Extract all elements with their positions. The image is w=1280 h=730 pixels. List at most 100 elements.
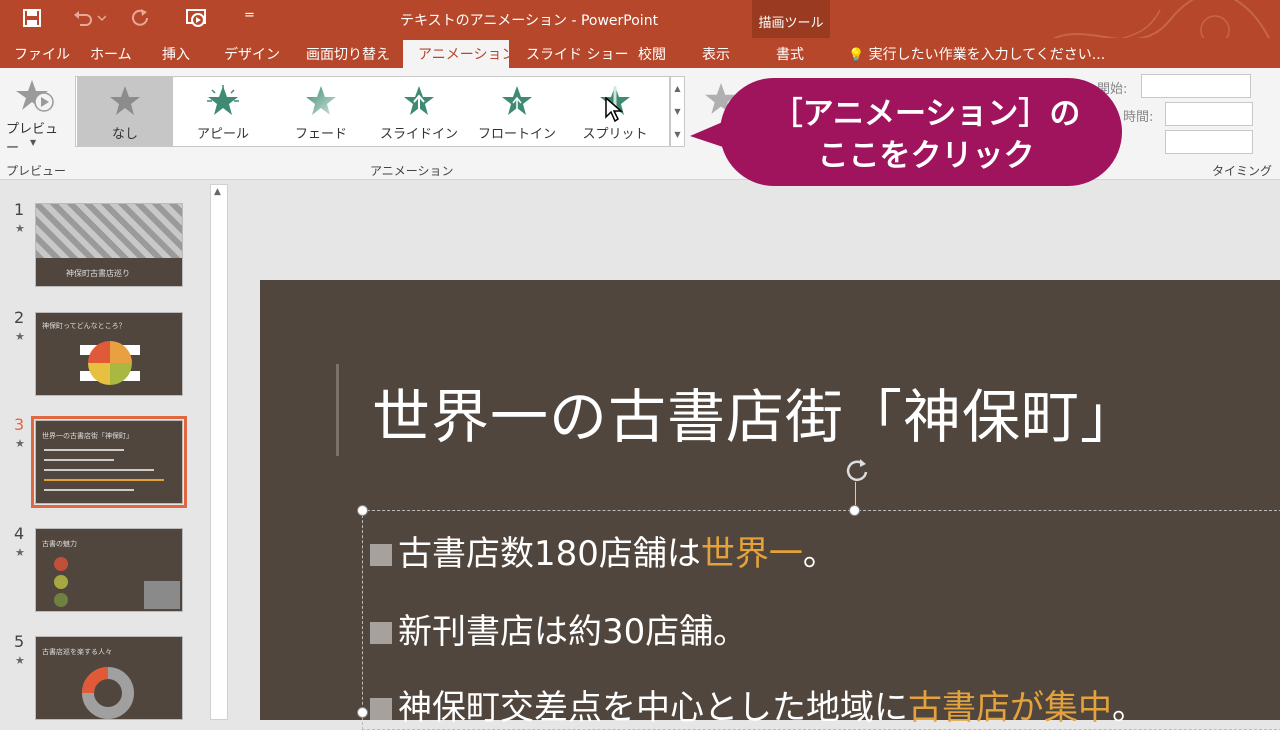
thumb-3-line [44,459,114,461]
bullet-square-icon [370,698,392,720]
duration-input[interactable] [1165,102,1253,126]
tab-insert[interactable]: 挿入 [162,44,190,64]
bullet-square-icon [370,622,392,644]
thumb-1-pattern [36,204,182,258]
thumb-3-line [44,449,124,451]
start-slideshow-icon[interactable] [186,8,208,34]
slide-number-4: 4 [14,524,25,543]
redo-icon[interactable] [130,8,150,32]
gallery-scroll: ▲ ▼ ▼ [670,76,685,147]
tell-me-box[interactable]: 💡 実行したい作業を入力してください... [848,44,1105,64]
animation-appear[interactable]: アピール [175,77,271,146]
thumb-2-caption: 神保町ってどんなところ？ [42,322,126,330]
customize-qat-icon[interactable]: = [244,8,255,23]
preview-star-icon [16,80,54,112]
animation-fly-in[interactable]: スライドイン [371,77,467,146]
slide-thumbnail-3[interactable]: 世界一の古書店街「神保町」 [35,420,183,504]
gallery-up-icon[interactable]: ▲ [671,77,684,100]
thumb-2-chart [80,341,140,385]
preview-dropdown-icon: ▼ [30,138,37,147]
mouse-cursor-icon [605,97,624,123]
thumb-3-line [44,489,134,491]
bullet-item: 新刊書店は約30店舗。 [370,604,747,653]
bullet-highlight: 古書店が集中 [908,688,1112,728]
slide-number-3: 3 [14,415,25,434]
slide-4-anim-icon: ★ [15,546,25,559]
preview-button[interactable]: プレビュー ▼ [0,76,66,156]
bullet-item: 神保町交差点を中心とした地域に古書店が集中。 [370,680,1146,729]
preview-label: プレビュー [6,122,59,156]
animation-none-label: なし [111,127,138,142]
tab-animations[interactable]: アニメーション [418,44,515,64]
slide-thumbnail-4[interactable]: 古書の魅力 [35,528,183,612]
tab-review[interactable]: 校閲 [638,44,666,64]
thumb-4-dot [54,593,68,607]
resize-handle-tl[interactable] [357,505,368,516]
bullet-text-end: 。 [1112,688,1146,728]
tab-file[interactable]: ファイル [14,44,70,64]
bullet-square-icon [370,544,392,566]
animation-fly-in-label: スライドイン [379,127,458,142]
slide-thumbnail-2[interactable]: 神保町ってどんなところ？ [35,312,183,396]
bullet-highlight: 世界一 [700,534,803,574]
thumbnail-scrollbar[interactable]: ▲ [210,184,228,720]
preview-group-label: プレビュー [6,164,67,178]
slide-number-2: 2 [14,308,25,327]
thumb-4-photo [144,581,180,609]
callout-line-1: ［アニメーション］の [771,96,1081,132]
animation-split-label: スプリット [582,127,648,142]
bullet-text-end: 。 [802,534,837,574]
fade-star-icon [306,86,336,115]
bullet-text: 古書店数180店舗は [398,534,701,574]
save-icon[interactable] [22,8,42,32]
animation-float-in-label: フロートイン [477,127,556,142]
bullet-text: 新刊書店は約30店舗。 [398,612,748,652]
slide-thumbnail-5[interactable]: 古書店巡を楽する人々 [35,636,183,720]
slide-number-1: 1 [14,200,25,219]
delay-input[interactable] [1165,130,1253,154]
title-bar: = テキストのアニメーション - PowerPoint [0,0,1280,65]
undo-icon[interactable] [72,8,107,32]
thumb-3-line [44,479,164,481]
animation-group-label: アニメーション [370,164,454,178]
thumb-4-caption: 古書の魅力 [42,540,77,548]
slide-3-anim-icon: ★ [15,437,25,450]
tab-slideshow[interactable]: スライド ショー [526,44,628,64]
resize-handle-top[interactable] [849,505,860,516]
resize-handle-left[interactable] [357,707,368,718]
animation-fade-label: フェード [294,127,347,142]
slide-1-anim-icon: ★ [15,222,25,235]
animation-fade[interactable]: フェード [273,77,369,146]
animation-appear-label: アピール [196,127,249,142]
bullet-item: 古書店数180店舗は世界一。 [370,526,837,575]
slide-number-5: 5 [14,632,25,651]
thumb-4-dot [54,575,68,589]
thumb-3-line [44,469,154,471]
tab-home[interactable]: ホーム [90,44,132,64]
tab-view[interactable]: 表示 [702,44,730,64]
tell-me-text: 実行したい作業を入力してください... [868,47,1106,63]
duration-label: 時間: [1123,110,1154,125]
slide-title[interactable]: 世界一の古書店街「神保町」 [372,370,1139,454]
none-star-icon [110,86,140,115]
start-select[interactable] [1141,74,1251,98]
tab-format[interactable]: 書式 [776,44,804,64]
thumb-4-dot [54,557,68,571]
slide-thumbnail-1[interactable]: 神保町古書店巡り [35,203,183,287]
lightbulb-icon: 💡 [848,48,865,63]
tab-design[interactable]: デザイン [224,44,280,64]
tab-transitions[interactable]: 画面切り替え [306,44,390,64]
appear-star-icon [207,85,239,115]
thumb-3-caption: 世界一の古書店街「神保町」 [42,432,133,440]
gallery-down-icon[interactable]: ▼ [671,100,684,123]
thumb-5-caption: 古書店巡を楽する人々 [42,648,112,656]
rotate-handle-icon[interactable] [843,456,871,484]
callout-line-2: ここをクリック [817,138,1035,174]
animation-none[interactable]: なし [77,77,173,146]
animation-float-in[interactable]: フロートイン [469,77,565,146]
bullet-text: 神保町交差点を中心とした地域に [398,688,908,728]
gallery-more-icon[interactable]: ▼ [671,123,684,146]
document-title: テキストのアニメーション - PowerPoint [400,13,659,29]
scroll-up-icon[interactable]: ▲ [214,187,221,197]
thumb-5-donut [82,667,134,719]
